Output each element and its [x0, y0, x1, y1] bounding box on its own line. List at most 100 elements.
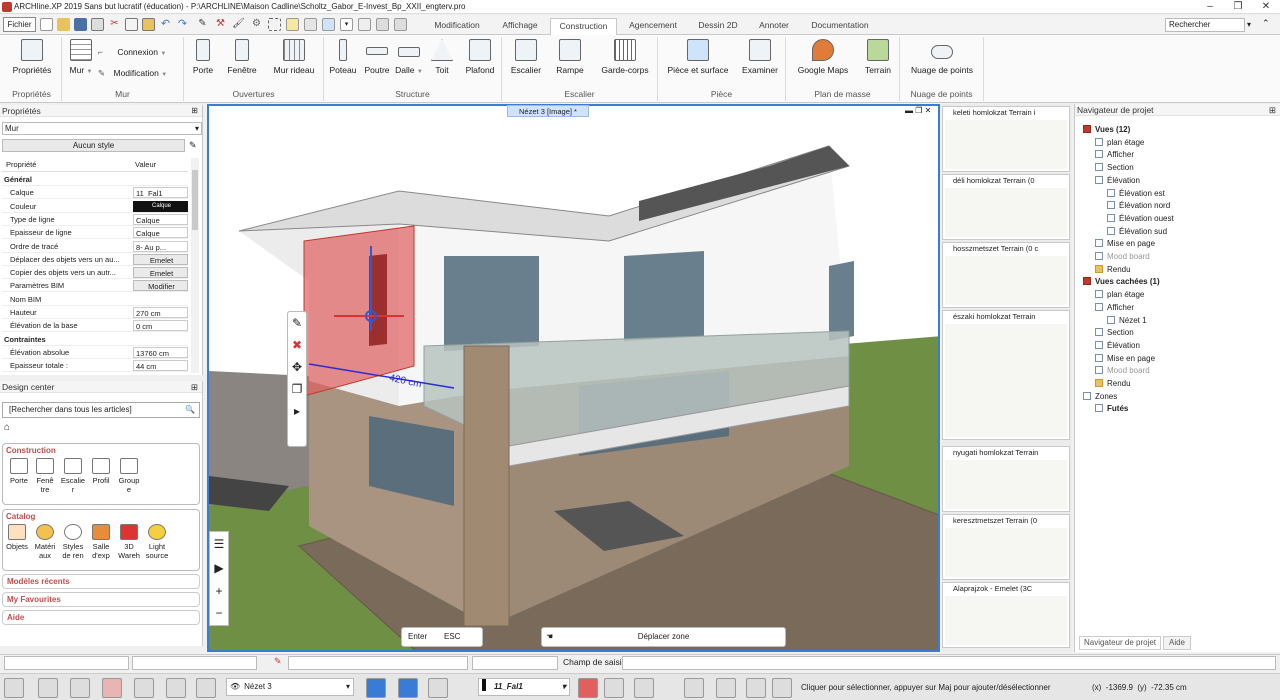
property-value[interactable]: Emelet — [133, 253, 188, 265]
dc-escalier[interactable]: Escalie r — [59, 458, 87, 494]
dc-porte[interactable]: Porte — [5, 458, 33, 485]
tab-navigateur[interactable]: Navigateur de projet — [1079, 636, 1161, 650]
pin-icon[interactable]: ⊞ — [1269, 104, 1276, 116]
tab-modification[interactable]: Modification — [422, 18, 492, 35]
style-button[interactable]: Aucun style — [2, 139, 185, 152]
thumbnail[interactable]: északi homlokzat Terrain — [942, 310, 1070, 440]
property-section[interactable]: Contraintes — [2, 333, 188, 346]
paste-icon[interactable] — [142, 18, 155, 31]
command-input[interactable] — [622, 656, 1276, 670]
property-value[interactable]: Modifier — [133, 280, 188, 292]
pen-icon[interactable]: ✎ — [196, 18, 209, 31]
target-icon[interactable] — [716, 678, 736, 698]
zoom-icon[interactable] — [746, 678, 766, 698]
grid-icon[interactable] — [196, 678, 216, 698]
list-icon[interactable]: ☰ — [210, 532, 228, 556]
property-value[interactable]: 11_Fal1 — [133, 187, 188, 199]
home-icon[interactable]: ⌂ — [4, 422, 10, 433]
undo-icon[interactable]: ↶ — [159, 18, 172, 31]
nav-tree-item[interactable]: Mood board — [1095, 365, 1150, 377]
toit-button[interactable]: Toit — [428, 39, 456, 75]
layer-select[interactable]: 11_Fal1 ▾ — [478, 678, 570, 696]
nav-tree-item[interactable]: Élévation — [1095, 340, 1140, 352]
modification-button[interactable]: ✎ Modification ▼ — [98, 68, 167, 79]
fill-icon[interactable] — [604, 678, 624, 698]
nav-tree-item[interactable]: Section — [1095, 327, 1134, 339]
piece-surface-button[interactable]: Pièce et surface — [662, 39, 734, 75]
property-value[interactable]: 8- Au p... — [133, 240, 188, 252]
mur-button[interactable]: Mur ▼ — [66, 39, 96, 75]
copy-icon[interactable]: ❐ — [288, 378, 306, 400]
property-value[interactable]: 44 cm — [133, 360, 188, 372]
snap-grid-icon[interactable] — [38, 678, 58, 698]
examiner-button[interactable]: Examiner — [738, 39, 782, 75]
measure-icon[interactable] — [286, 18, 299, 31]
save-icon[interactable] — [74, 18, 87, 31]
more-icon[interactable]: ▸ — [288, 400, 306, 422]
pencil-icon[interactable]: ✎ — [274, 656, 282, 667]
modeles-recents-section[interactable]: Modèles récents — [2, 574, 200, 589]
search-dropdown-icon[interactable]: ▾ — [1247, 20, 1251, 29]
dc-objets[interactable]: Objets — [3, 524, 31, 551]
enter-button[interactable]: Enter — [408, 628, 427, 646]
connexion-button[interactable]: ⌐ Connexion ▼ — [98, 47, 166, 57]
property-value[interactable]: Calque — [133, 213, 188, 225]
nav-tree-item[interactable]: Zones — [1083, 391, 1117, 403]
nav-tree-item[interactable]: Afficher — [1095, 302, 1134, 314]
nav-tree-item[interactable]: Élévation — [1095, 175, 1140, 187]
brush-icon[interactable]: 🖌 — [232, 18, 245, 31]
cmd-field-2[interactable] — [132, 656, 257, 670]
snap-icon[interactable] — [358, 18, 371, 31]
nav-tree-item[interactable]: Élévation nord — [1107, 200, 1170, 212]
dc-light-source[interactable]: Light source — [143, 524, 171, 560]
escalier-button[interactable]: Escalier — [506, 39, 546, 75]
open-folder-icon[interactable] — [57, 18, 70, 31]
terrain-button[interactable]: Terrain — [860, 39, 896, 75]
dc-fenetre[interactable]: Fenê tre — [31, 458, 59, 494]
delete-icon[interactable]: ✖ — [288, 334, 306, 356]
pin-icon[interactable]: ⊞ — [191, 105, 198, 117]
nav-tree-item[interactable]: Élévation est — [1107, 188, 1165, 200]
tab-construction[interactable]: Construction — [550, 18, 617, 36]
tab-agencement[interactable]: Agencement — [620, 18, 686, 35]
nav-tree-item[interactable]: Futés — [1095, 403, 1128, 415]
eraser-icon[interactable] — [578, 678, 598, 698]
eraser-icon[interactable]: ✎ — [189, 140, 197, 151]
zoom-in-icon[interactable]: + — [210, 580, 228, 602]
deplacer-zone-bar[interactable]: ☚ Déplacer zone — [541, 627, 786, 647]
nav-tree-item[interactable]: Mise en page — [1095, 238, 1155, 250]
magnet-icon[interactable] — [102, 678, 122, 698]
nav-tree-item[interactable]: Rendu — [1095, 378, 1131, 390]
thumbnail[interactable]: déli homlokzat Terrain (0 — [942, 174, 1070, 240]
tab-dessin-2d[interactable]: Dessin 2D — [690, 18, 746, 35]
viewport-window-controls[interactable]: ▬ ❐ ✕ — [905, 106, 931, 115]
nav-tree-item[interactable]: Section — [1095, 162, 1134, 174]
nav-tree-item[interactable]: Nézet 1 — [1107, 315, 1147, 327]
cursor-icon[interactable] — [684, 678, 704, 698]
nuage-points-button[interactable]: Nuage de points — [904, 39, 980, 75]
play-icon[interactable]: ▶ — [210, 556, 228, 580]
esc-button[interactable]: ESC — [444, 628, 460, 646]
measure-icon[interactable] — [166, 678, 186, 698]
nav-tree-item[interactable]: Mood board — [1095, 251, 1150, 263]
nav-tree-item[interactable]: plan étage — [1095, 289, 1144, 301]
thumbnail[interactable]: nyugati homlokzat Terrain — [942, 446, 1070, 512]
property-value[interactable]: Calque — [133, 200, 188, 212]
zoom-out-icon[interactable]: − — [210, 602, 228, 624]
render-icon[interactable] — [394, 18, 407, 31]
thumbnail[interactable]: keresztmetszet Terrain (0 — [942, 514, 1070, 580]
tab-annoter[interactable]: Annoter — [750, 18, 798, 35]
pin-icon[interactable]: ⊞ — [191, 381, 198, 393]
tab-affichage[interactable]: Affichage — [494, 18, 546, 35]
pan-icon[interactable] — [772, 678, 792, 698]
cmd-field-1[interactable] — [4, 656, 129, 670]
tab-documentation[interactable]: Documentation — [802, 18, 878, 35]
new-file-icon[interactable] — [40, 18, 53, 31]
frame-icon[interactable] — [70, 678, 90, 698]
nav-tree-item[interactable]: Mise en page — [1095, 353, 1155, 365]
nav-tree-item[interactable]: Élévation sud — [1107, 226, 1167, 238]
cmd-field-3[interactable] — [288, 656, 468, 670]
dc-groupe[interactable]: Group e — [115, 458, 143, 494]
move-icon[interactable]: ✥ — [288, 356, 306, 378]
dc-salle[interactable]: Salle d'exp — [87, 524, 115, 560]
